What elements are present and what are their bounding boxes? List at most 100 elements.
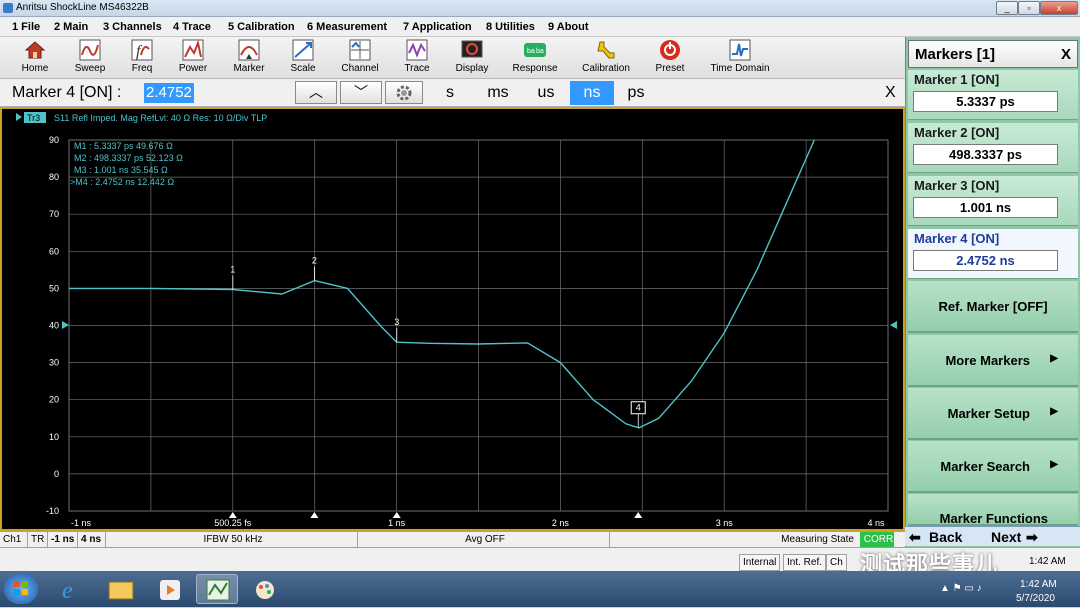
taskbar-ie[interactable]: e — [50, 574, 92, 604]
unit-ps-button[interactable]: ps — [614, 81, 658, 105]
trace-icon — [406, 39, 428, 61]
marker-x-position-triangle — [228, 512, 237, 518]
toolbar-sweep-label: Sweep — [74, 63, 106, 74]
back-arrow-icon: ⬅ — [909, 529, 921, 545]
toolbar-power-button[interactable]: Power — [163, 39, 223, 77]
marker-4-value-field[interactable]: 2.4752 ns — [913, 250, 1058, 271]
y-tick-label: 80 — [49, 172, 59, 182]
minimize-button[interactable]: _ — [996, 1, 1018, 15]
menu-main[interactable]: 2 Main — [54, 21, 88, 33]
status-stop[interactable]: 4 ns — [78, 532, 106, 548]
tray-time[interactable]: 1:42 AM — [1020, 579, 1057, 590]
unit-ns-button[interactable]: ns — [570, 81, 614, 105]
y-tick-label: 10 — [49, 432, 59, 442]
more-markers-softkey[interactable]: More Markers ▶ — [908, 335, 1078, 387]
marker-1-softkey[interactable]: Marker 1 [ON] 5.3337 ps — [908, 70, 1078, 120]
unit-us-button[interactable]: us — [524, 81, 568, 105]
status-start[interactable]: -1 ns — [48, 532, 78, 548]
menu-calibration[interactable]: 5 Calibration — [228, 21, 295, 33]
taskbar-media[interactable] — [150, 574, 192, 604]
increment-button[interactable]: ︿ — [295, 81, 337, 104]
settings-button[interactable] — [385, 81, 423, 104]
taskbar-explorer[interactable] — [100, 574, 142, 604]
menu-file[interactable]: 1 File — [12, 21, 40, 33]
maximize-button[interactable]: ▫ — [1018, 1, 1040, 15]
marker-4-softkey[interactable]: Marker 4 [ON] 2.4752 ns — [908, 229, 1078, 279]
status-measuring: Measuring State — [781, 534, 854, 545]
marker-entry-label: Marker 4 [ON] : — [12, 84, 122, 101]
menu-utilities[interactable]: 8 Utilities — [486, 21, 535, 33]
toolbar-marker-button[interactable]: Marker — [219, 39, 279, 77]
taskbar-shockline[interactable] — [196, 574, 238, 604]
markers-panel-close-button[interactable]: X — [1061, 46, 1071, 63]
menu-bar: 1 File 2 Main 3 Channels 4 Trace 5 Calib… — [0, 17, 1080, 37]
ref-marker-label: Ref. Marker [OFF] — [938, 299, 1048, 314]
marker-setup-softkey[interactable]: Marker Setup ▶ — [908, 388, 1078, 440]
menu-measurement[interactable]: 6 Measurement — [307, 21, 387, 33]
status-ifbw[interactable]: IFBW 50 kHz — [106, 532, 358, 548]
marker-value-input[interactable]: 2.4752 — [144, 83, 194, 103]
status-trace[interactable]: TR — [28, 532, 48, 548]
toolbar-preset-label: Preset — [655, 63, 685, 74]
toolbar-channel-button[interactable]: Channel — [330, 39, 390, 77]
y-tick-label: 20 — [49, 395, 59, 405]
toolbar-display-button[interactable]: Display — [442, 39, 502, 77]
gear-icon — [396, 85, 412, 101]
toolbar-trace-button[interactable]: Trace — [387, 39, 447, 77]
status-channel[interactable]: Ch1 — [0, 532, 28, 548]
paint-icon — [256, 581, 274, 599]
ref-marker-softkey[interactable]: Ref. Marker [OFF] — [908, 281, 1078, 333]
back-next-bar: ⬅ Back Next ➡ — [905, 526, 1080, 546]
x-tick-label: -1 ns — [71, 518, 92, 528]
toolbar-sweep-button[interactable]: Sweep — [60, 39, 120, 77]
media-player-icon — [160, 580, 180, 600]
shockline-icon — [206, 579, 230, 601]
next-button[interactable]: Next — [991, 529, 1021, 545]
toolbar-time-domain-button[interactable]: Time Domain — [704, 39, 776, 77]
marker-readout-m4: >M4 : 2.4752 ns 12.442 Ω — [70, 177, 174, 187]
marker-readout-m3: M3 : 1.001 ns 35.545 Ω — [74, 165, 168, 175]
marker-3-softkey[interactable]: Marker 3 [ON] 1.001 ns — [908, 176, 1078, 226]
marker-functions-softkey[interactable]: Marker Functions — [908, 494, 1078, 526]
markers-panel: Markers [1] X Marker 1 [ON] 5.3337 ps Ma… — [905, 37, 1080, 547]
menu-channels[interactable]: 3 Channels — [103, 21, 162, 33]
decrement-button[interactable]: ﹀ — [340, 81, 382, 104]
marker-2-softkey[interactable]: Marker 2 [ON] 498.3337 ps — [908, 123, 1078, 173]
x-tick-label: 3 ns — [716, 518, 734, 528]
tray-icons[interactable]: ▲ ⚑ ▭ ♪ — [940, 583, 982, 594]
marker-1-value-field[interactable]: 5.3337 ps — [913, 91, 1058, 112]
back-button[interactable]: Back — [929, 529, 962, 545]
marker-search-softkey[interactable]: Marker Search ▶ — [908, 441, 1078, 493]
y-tick-label: 50 — [49, 283, 59, 293]
marker-search-arrow-icon: ▶ — [1050, 459, 1058, 470]
tray-date[interactable]: 5/7/2020 — [1016, 593, 1055, 604]
trace-plot[interactable]: 90 80 70 60 50 40 30 20 10 0 -10 -1 ns 500.25 fs 1 n… — [0, 107, 905, 531]
menu-trace[interactable]: 4 Trace — [173, 21, 211, 33]
y-tick-label: 70 — [49, 209, 59, 219]
status-avg[interactable]: Avg OFF — [358, 532, 610, 548]
trace-line — [69, 139, 815, 429]
home-icon — [24, 41, 46, 59]
y-tick-label: 60 — [49, 246, 59, 256]
svg-text:ba: ba — [536, 48, 544, 55]
toolbar-preset-button[interactable]: Preset — [640, 39, 700, 77]
marker-2-label: Marker 2 [ON] — [914, 125, 1000, 140]
frequency-icon: f — [131, 39, 153, 61]
trace-tag[interactable]: Tr3 — [27, 113, 40, 123]
start-button[interactable] — [4, 574, 38, 604]
menu-application[interactable]: 7 Application — [403, 21, 472, 33]
toolbar-scale-button[interactable]: Scale — [273, 39, 333, 77]
unit-ms-button[interactable]: ms — [476, 81, 520, 105]
menu-about[interactable]: 9 About — [548, 21, 589, 33]
close-window-button[interactable]: x — [1040, 1, 1078, 15]
toolbar-calibration-button[interactable]: Calibration — [576, 39, 636, 77]
window-titlebar: Anritsu ShockLine MS46322B _ ▫ x — [0, 0, 1080, 17]
marker-3-value-field[interactable]: 1.001 ns — [913, 197, 1058, 218]
marker-2-value-field[interactable]: 498.3337 ps — [913, 144, 1058, 165]
close-entry-button[interactable]: X — [885, 84, 896, 102]
taskbar-paint[interactable] — [244, 574, 286, 604]
windows-logo-icon — [14, 581, 28, 595]
unit-s-button[interactable]: s — [428, 81, 472, 105]
toolbar-response-button[interactable]: ba ba Response — [505, 39, 565, 77]
toolbar-home-button[interactable]: Home — [5, 39, 65, 77]
